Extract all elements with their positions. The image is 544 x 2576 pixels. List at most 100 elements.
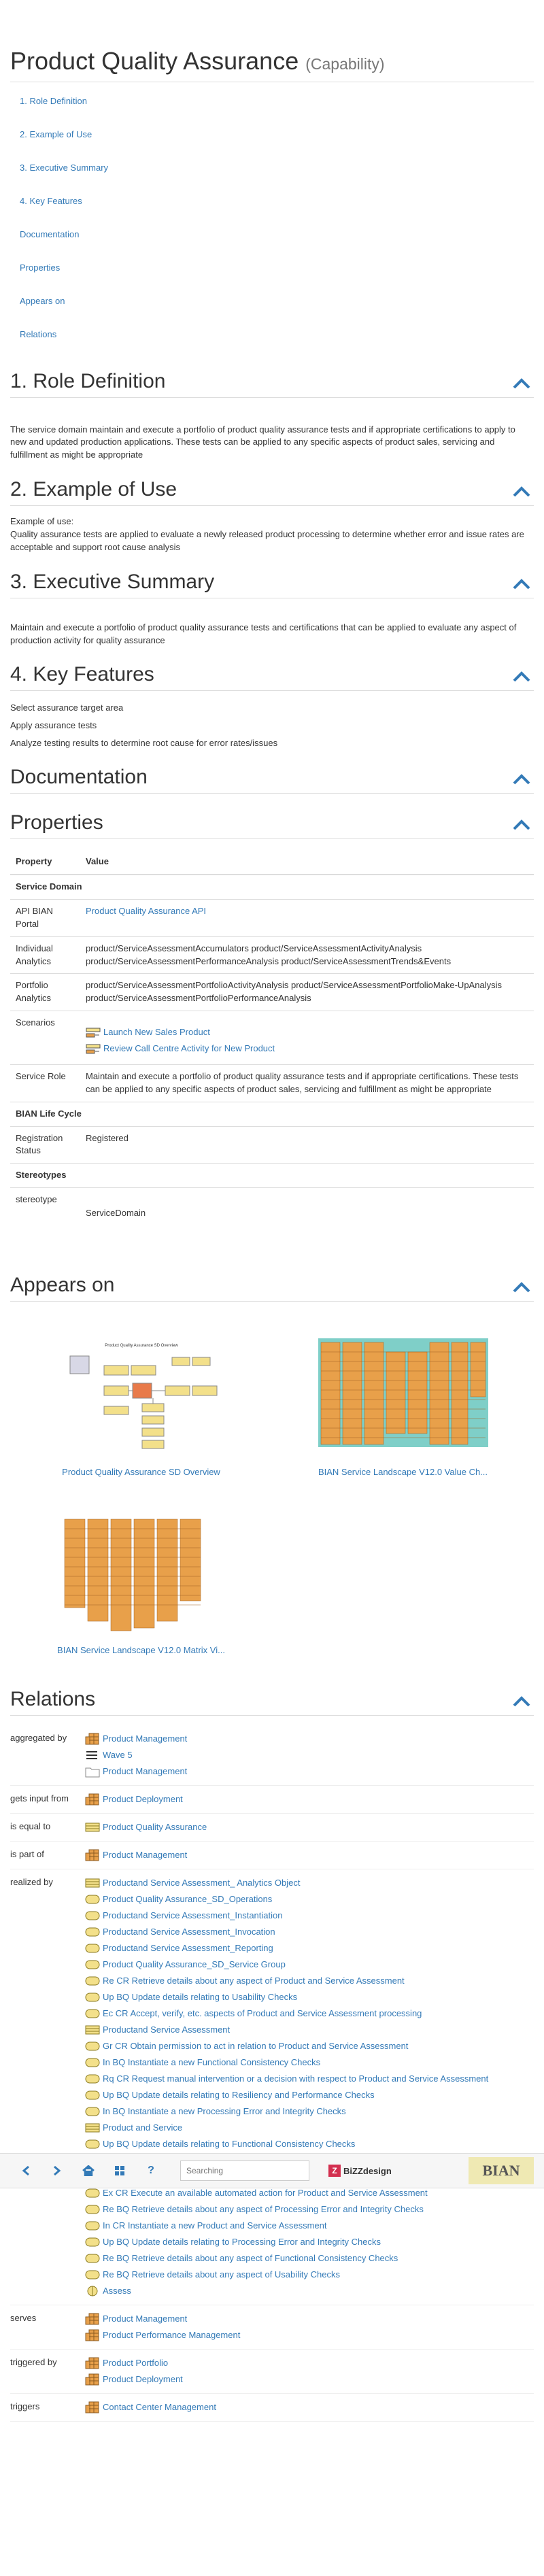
relation-link[interactable]: Re CR Retrieve details about any aspect … bbox=[103, 1976, 405, 1986]
diagram-preview-value-chain[interactable] bbox=[318, 1338, 488, 1455]
chevron-up-icon[interactable] bbox=[512, 578, 531, 590]
toc-link-role-definition[interactable]: 1. Role Definition bbox=[20, 96, 87, 106]
search-input[interactable] bbox=[180, 2160, 309, 2181]
diagram-preview-sd-overview[interactable]: Product Quality Assurance SD Overview bbox=[56, 1338, 226, 1455]
relation-link[interactable]: Up BQ Update details relating to Functio… bbox=[103, 2139, 355, 2149]
scenario-icon bbox=[86, 1028, 101, 1038]
scenario-link[interactable]: Launch New Sales Product bbox=[103, 1027, 210, 1037]
diagram-thumbnail[interactable]: Product Quality Assurance SD Overview Pr… bbox=[10, 1338, 272, 1516]
pill-icon bbox=[85, 1910, 103, 1922]
toc-link-documentation[interactable]: Documentation bbox=[20, 229, 79, 239]
relation-link[interactable]: Re BQ Retrieve details about any aspect … bbox=[103, 2253, 398, 2263]
section-title: 3. Executive Summary bbox=[10, 570, 215, 593]
toc-link-appears-on[interactable]: Appears on bbox=[20, 296, 65, 306]
api-portal-link[interactable]: Product Quality Assurance API bbox=[86, 906, 206, 916]
chevron-up-icon[interactable] bbox=[512, 671, 531, 683]
grid-button[interactable] bbox=[104, 2160, 135, 2181]
relation-link[interactable]: Productand Service Assessment bbox=[103, 2024, 230, 2035]
table-icon bbox=[85, 2122, 103, 2134]
diagram-link[interactable]: Product Quality Assurance SD Overview bbox=[62, 1467, 220, 1477]
chevron-up-icon[interactable] bbox=[512, 377, 531, 390]
relation-link[interactable]: In BQ Instantiate a new Processing Error… bbox=[103, 2106, 346, 2116]
diagram-thumbnail[interactable]: BIAN Service Landscape V12.0 Matrix Vi..… bbox=[10, 1516, 272, 1695]
grid-icon bbox=[85, 2401, 103, 2413]
relation-item: Rq CR Request manual intervention or a d… bbox=[85, 2071, 534, 2087]
relation-link[interactable]: Up BQ Update details relating to Resilie… bbox=[103, 2090, 375, 2100]
relation-group: realized by Productand Service Assessment… bbox=[10, 1869, 534, 2305]
bottom-toolbar: ? Z BiZZdesign BIAN bbox=[0, 2153, 544, 2188]
relation-link[interactable]: Product Quality Assurance_SD_Service Gro… bbox=[103, 1959, 286, 1969]
table-row: Service Domain bbox=[10, 874, 534, 900]
relation-link[interactable]: Ec CR Accept, verify, etc. aspects of Pr… bbox=[103, 2008, 422, 2018]
relation-link[interactable]: Product Management bbox=[103, 1766, 187, 1776]
relation-link[interactable]: Product Deployment bbox=[103, 1794, 183, 1804]
relation-link[interactable]: Product Portfolio bbox=[103, 2358, 168, 2368]
relation-targets: Product Portfolio Product Deployment bbox=[85, 2355, 534, 2388]
relation-link[interactable]: Productand Service Assessment_ Analytics… bbox=[103, 1878, 300, 1888]
relation-link[interactable]: Product Management bbox=[103, 2314, 187, 2324]
chevron-up-icon[interactable] bbox=[512, 819, 531, 831]
relation-link[interactable]: Product Management bbox=[103, 1850, 187, 1860]
back-button[interactable] bbox=[10, 2160, 41, 2181]
home-button[interactable] bbox=[73, 2160, 104, 2181]
toc-link-executive-summary[interactable]: 3. Executive Summary bbox=[20, 163, 108, 173]
pill-icon bbox=[85, 1959, 103, 1971]
chevron-up-icon[interactable] bbox=[512, 1281, 531, 1293]
bizzdesign-mark-icon: Z bbox=[328, 2165, 341, 2177]
relation-link[interactable]: Contact Center Management bbox=[103, 2402, 216, 2412]
help-button[interactable]: ? bbox=[135, 2160, 167, 2181]
section-header-key-features: 4. Key Features bbox=[10, 663, 534, 692]
pill-icon bbox=[85, 2105, 103, 2118]
group-label: Service Domain bbox=[16, 881, 82, 892]
relation-link[interactable]: Ex CR Execute an available automated act… bbox=[103, 2188, 428, 2198]
relation-item: Product and Service bbox=[85, 2120, 534, 2136]
relation-link[interactable]: Productand Service Assessment_Reporting bbox=[103, 1943, 273, 1953]
relation-link[interactable]: Gr CR Obtain permission to act in relati… bbox=[103, 2041, 408, 2051]
forward-button[interactable] bbox=[41, 2160, 73, 2181]
relations-list: aggregated by Product Management Wave 5 Pro… bbox=[10, 1725, 534, 2422]
diagram-gallery: Product Quality Assurance SD Overview Pr… bbox=[10, 1338, 534, 1695]
diagram-link[interactable]: BIAN Service Landscape V12.0 Matrix Vi..… bbox=[57, 1645, 225, 1655]
relation-link[interactable]: Product Management bbox=[103, 1733, 187, 1744]
relation-link[interactable]: Wave 5 bbox=[103, 1750, 133, 1760]
executive-summary-text: Maintain and execute a portfolio of prod… bbox=[10, 622, 517, 645]
relation-link[interactable]: Productand Service Assessment_Instantiat… bbox=[103, 1910, 282, 1920]
relation-link[interactable]: Product Deployment bbox=[103, 2374, 183, 2384]
chevron-up-icon[interactable] bbox=[512, 486, 531, 498]
relation-link[interactable]: Up BQ Update details relating to Process… bbox=[103, 2237, 381, 2247]
relation-item: Productand Service Assessment_Invocation bbox=[85, 1924, 534, 1940]
relation-type-label: gets input from bbox=[10, 1793, 69, 1803]
diagram-thumbnail[interactable]: BIAN Service Landscape V12.0 Value Ch... bbox=[272, 1338, 534, 1516]
toc-link-relations[interactable]: Relations bbox=[20, 329, 56, 339]
diagram-preview-matrix-view[interactable] bbox=[56, 1516, 226, 1633]
chevron-up-icon[interactable] bbox=[512, 1695, 531, 1708]
relation-item: Product Management bbox=[85, 1731, 534, 1747]
toc-link-example-of-use[interactable]: 2. Example of Use bbox=[20, 129, 92, 139]
relation-link[interactable]: Productand Service Assessment_Invocation bbox=[103, 1927, 275, 1937]
relation-link[interactable]: Re BQ Retrieve details about any aspect … bbox=[103, 2204, 424, 2214]
relation-link[interactable]: Product Quality Assurance_SD_Operations bbox=[103, 1894, 272, 1904]
toc-item: 4. Key Features bbox=[10, 196, 534, 229]
relation-link[interactable]: Up BQ Update details relating to Usabili… bbox=[103, 1992, 297, 2002]
relation-link[interactable]: Rq CR Request manual intervention or a d… bbox=[103, 2073, 488, 2084]
chevron-up-icon[interactable] bbox=[512, 773, 531, 785]
relation-targets: Product Management Wave 5 Product Manageme… bbox=[85, 1731, 534, 1780]
relation-item: Re BQ Retrieve details about any aspect … bbox=[85, 2267, 534, 2283]
relation-link[interactable]: Product Performance Management bbox=[103, 2330, 240, 2340]
diagram-link[interactable]: BIAN Service Landscape V12.0 Value Ch... bbox=[318, 1467, 488, 1477]
relation-link[interactable]: Re BQ Retrieve details about any aspect … bbox=[103, 2269, 340, 2280]
relation-link[interactable]: Product Quality Assurance bbox=[103, 1822, 207, 1832]
toc-link-key-features[interactable]: 4. Key Features bbox=[20, 196, 82, 206]
relation-link[interactable]: Assess bbox=[103, 2286, 131, 2296]
relation-link[interactable]: In CR Instantiate a new Product and Serv… bbox=[103, 2220, 327, 2231]
scenario-link[interactable]: Review Call Centre Activity for New Prod… bbox=[103, 1043, 275, 1053]
relation-item: Productand Service Assessment_ Analytics… bbox=[85, 1875, 534, 1891]
page-title-text: Product Quality Assurance bbox=[10, 47, 299, 75]
pill-icon bbox=[85, 1975, 103, 1987]
toc-link-properties[interactable]: Properties bbox=[20, 262, 60, 273]
relation-group: triggered by Product Portfolio Product Dep… bbox=[10, 2350, 534, 2394]
section-header-properties: Properties bbox=[10, 811, 534, 840]
role-definition-text: The service domain maintain and execute … bbox=[10, 424, 515, 460]
relation-link[interactable]: Product and Service bbox=[103, 2122, 182, 2133]
relation-link[interactable]: In BQ Instantiate a new Functional Consi… bbox=[103, 2057, 320, 2067]
